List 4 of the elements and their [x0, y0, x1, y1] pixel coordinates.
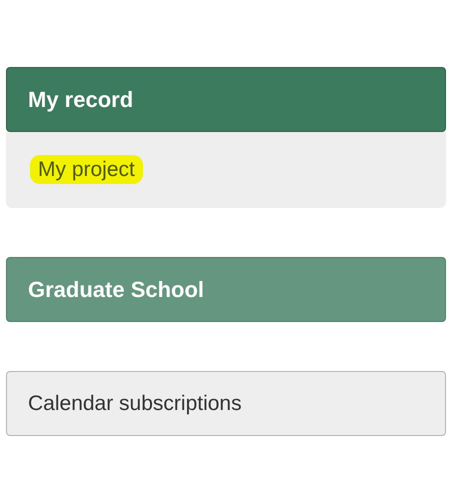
calendar-subscriptions-button[interactable]: Calendar subscriptions: [6, 371, 446, 436]
menu-link[interactable]: My project: [30, 155, 143, 184]
panel-header[interactable]: My record: [6, 67, 446, 132]
panel-header[interactable]: Graduate School: [6, 257, 446, 322]
